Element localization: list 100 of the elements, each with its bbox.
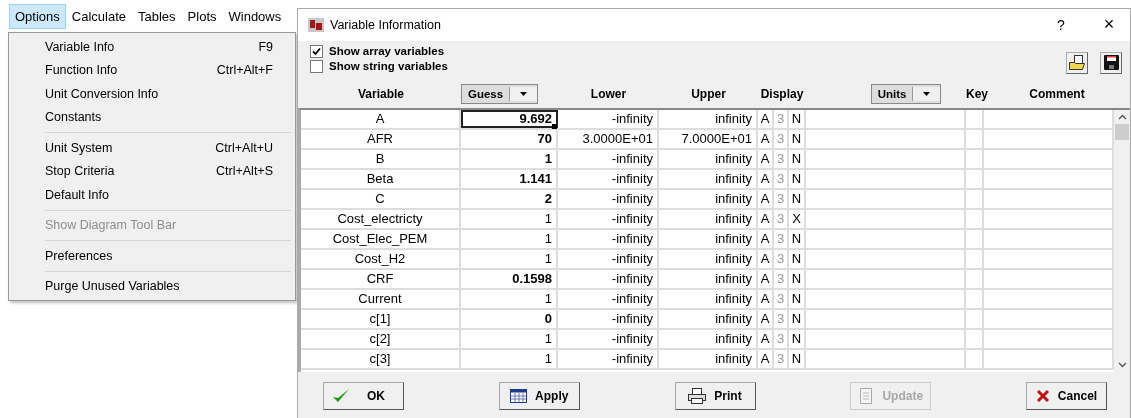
upper-cell: infinity [659,329,758,348]
menu-item[interactable]: Variable Info F9 [9,35,295,59]
lower-cell: 3.0000E+01 [558,129,659,148]
guess-cell[interactable]: 1.141 [461,169,558,188]
menu-item[interactable]: Default Info [9,183,295,207]
column-header: Upper [690,87,727,102]
lower-cell: -infinity [558,109,659,128]
close-button[interactable]: × [1088,14,1130,36]
upper-cell: infinity [659,289,758,308]
ok-button[interactable]: OK [323,382,404,411]
menu-bar-item[interactable]: Options [9,3,66,29]
lower-cell: -infinity [558,149,659,168]
variable-cell: Beta [301,169,461,188]
column-dropdown[interactable]: Units [870,84,942,105]
display-cell: N [789,149,806,168]
printer-icon [688,388,707,405]
column-header: Display [759,87,805,102]
cancel-button[interactable]: Cancel [1026,382,1107,411]
guess-cell[interactable]: 70 [461,129,558,148]
cross-icon [1035,389,1050,404]
guess-cell[interactable]: 1 [461,349,558,368]
menu-item[interactable]: Constants [9,105,295,129]
lower-cell: -infinity [558,249,659,268]
variable-cell: A [301,109,461,128]
open-button[interactable] [1066,51,1088,74]
lower-cell: -infinity [558,269,659,288]
display-cell: 3 [774,109,789,128]
lower-cell: -infinity [558,189,659,208]
guess-cell[interactable]: 0 [461,309,558,328]
display-cell: A [758,149,774,168]
save-button[interactable] [1100,51,1122,74]
menu-item[interactable]: Preferences [9,244,295,268]
checkbox[interactable] [310,44,323,58]
guess-cell[interactable]: 1 [461,229,558,248]
upper-cell: infinity [659,189,758,208]
upper-cell: infinity [659,249,758,268]
menu-item[interactable]: Stop Criteria Ctrl+Alt+S [9,159,295,183]
display-cell: A [758,109,774,128]
help-button[interactable]: ? [1040,16,1082,33]
scrollbar[interactable] [1114,109,1130,373]
guess-cell[interactable]: 1 [461,329,558,348]
display-cell: 3 [774,129,789,148]
variable-cell: C [301,189,461,208]
checkbox[interactable] [310,59,323,73]
display-cell: 3 [774,169,789,188]
display-cell: 3 [774,269,789,288]
menu-bar-item[interactable]: Windows [222,3,288,29]
scroll-thumb[interactable] [1115,123,1129,140]
upper-cell: infinity [659,149,758,168]
column-dropdown[interactable]: Guess [461,84,539,105]
menu-item[interactable]: Unit Conversion Info [9,82,295,106]
app-icon [308,17,324,32]
upper-cell: infinity [659,309,758,328]
display-cell: A [758,189,774,208]
guess-cell[interactable]: 1 [461,249,558,268]
window-title: Variable Information [330,17,442,32]
guess-cell[interactable]: 1 [461,209,558,228]
display-cell: 3 [774,209,789,228]
column-header: Lower [589,87,628,102]
display-cell: 3 [774,189,789,208]
display-cell: A [758,289,774,308]
dropdown-arrow-icon [520,92,528,97]
print-button[interactable]: Print [674,382,756,411]
variable-cell: c[2] [301,329,461,348]
display-cell: 3 [774,249,789,268]
display-cell: A [758,209,774,228]
menu-item[interactable]: Unit System Ctrl+Alt+U [9,136,295,160]
document-icon [858,388,875,405]
display-cell: A [758,129,774,148]
guess-cell[interactable]: 0.1598 [461,269,558,288]
display-cell: 3 [774,309,789,328]
display-cell: 3 [774,229,789,248]
variable-cell: Cost_H2 [301,249,461,268]
menu-bar-item[interactable]: Tables [132,3,182,29]
menu-bar-item[interactable]: Plots [181,3,223,29]
checkbox-label: Show string variables [329,60,448,73]
upper-cell: infinity [659,349,758,368]
apply-button[interactable]: Apply [498,382,580,411]
folder-icon [1069,55,1085,71]
guess-cell[interactable]: 9.692 [461,109,558,128]
variable-cell: c[3] [301,349,461,368]
display-cell: N [789,229,806,248]
variable-cell: CRF [301,269,461,288]
guess-cell[interactable]: 2 [461,189,558,208]
display-cell: N [789,189,806,208]
lower-cell: -infinity [558,229,659,248]
display-cell: N [789,329,806,348]
menu-item[interactable]: Function Info Ctrl+Alt+F [9,58,295,82]
lower-cell: -infinity [558,169,659,188]
menu-item[interactable]: Purge Unused Variables [9,274,295,298]
display-cell: N [789,269,806,288]
guess-cell[interactable]: 1 [461,289,558,308]
display-cell: N [789,309,806,328]
display-cell: 3 [774,349,789,368]
guess-cell[interactable]: 1 [461,149,558,168]
upper-cell: infinity [659,109,758,128]
menu-bar-item[interactable]: Calculate [65,3,132,29]
display-cell: N [789,249,806,268]
display-cell: X [789,209,806,228]
upper-cell: infinity [659,209,758,228]
